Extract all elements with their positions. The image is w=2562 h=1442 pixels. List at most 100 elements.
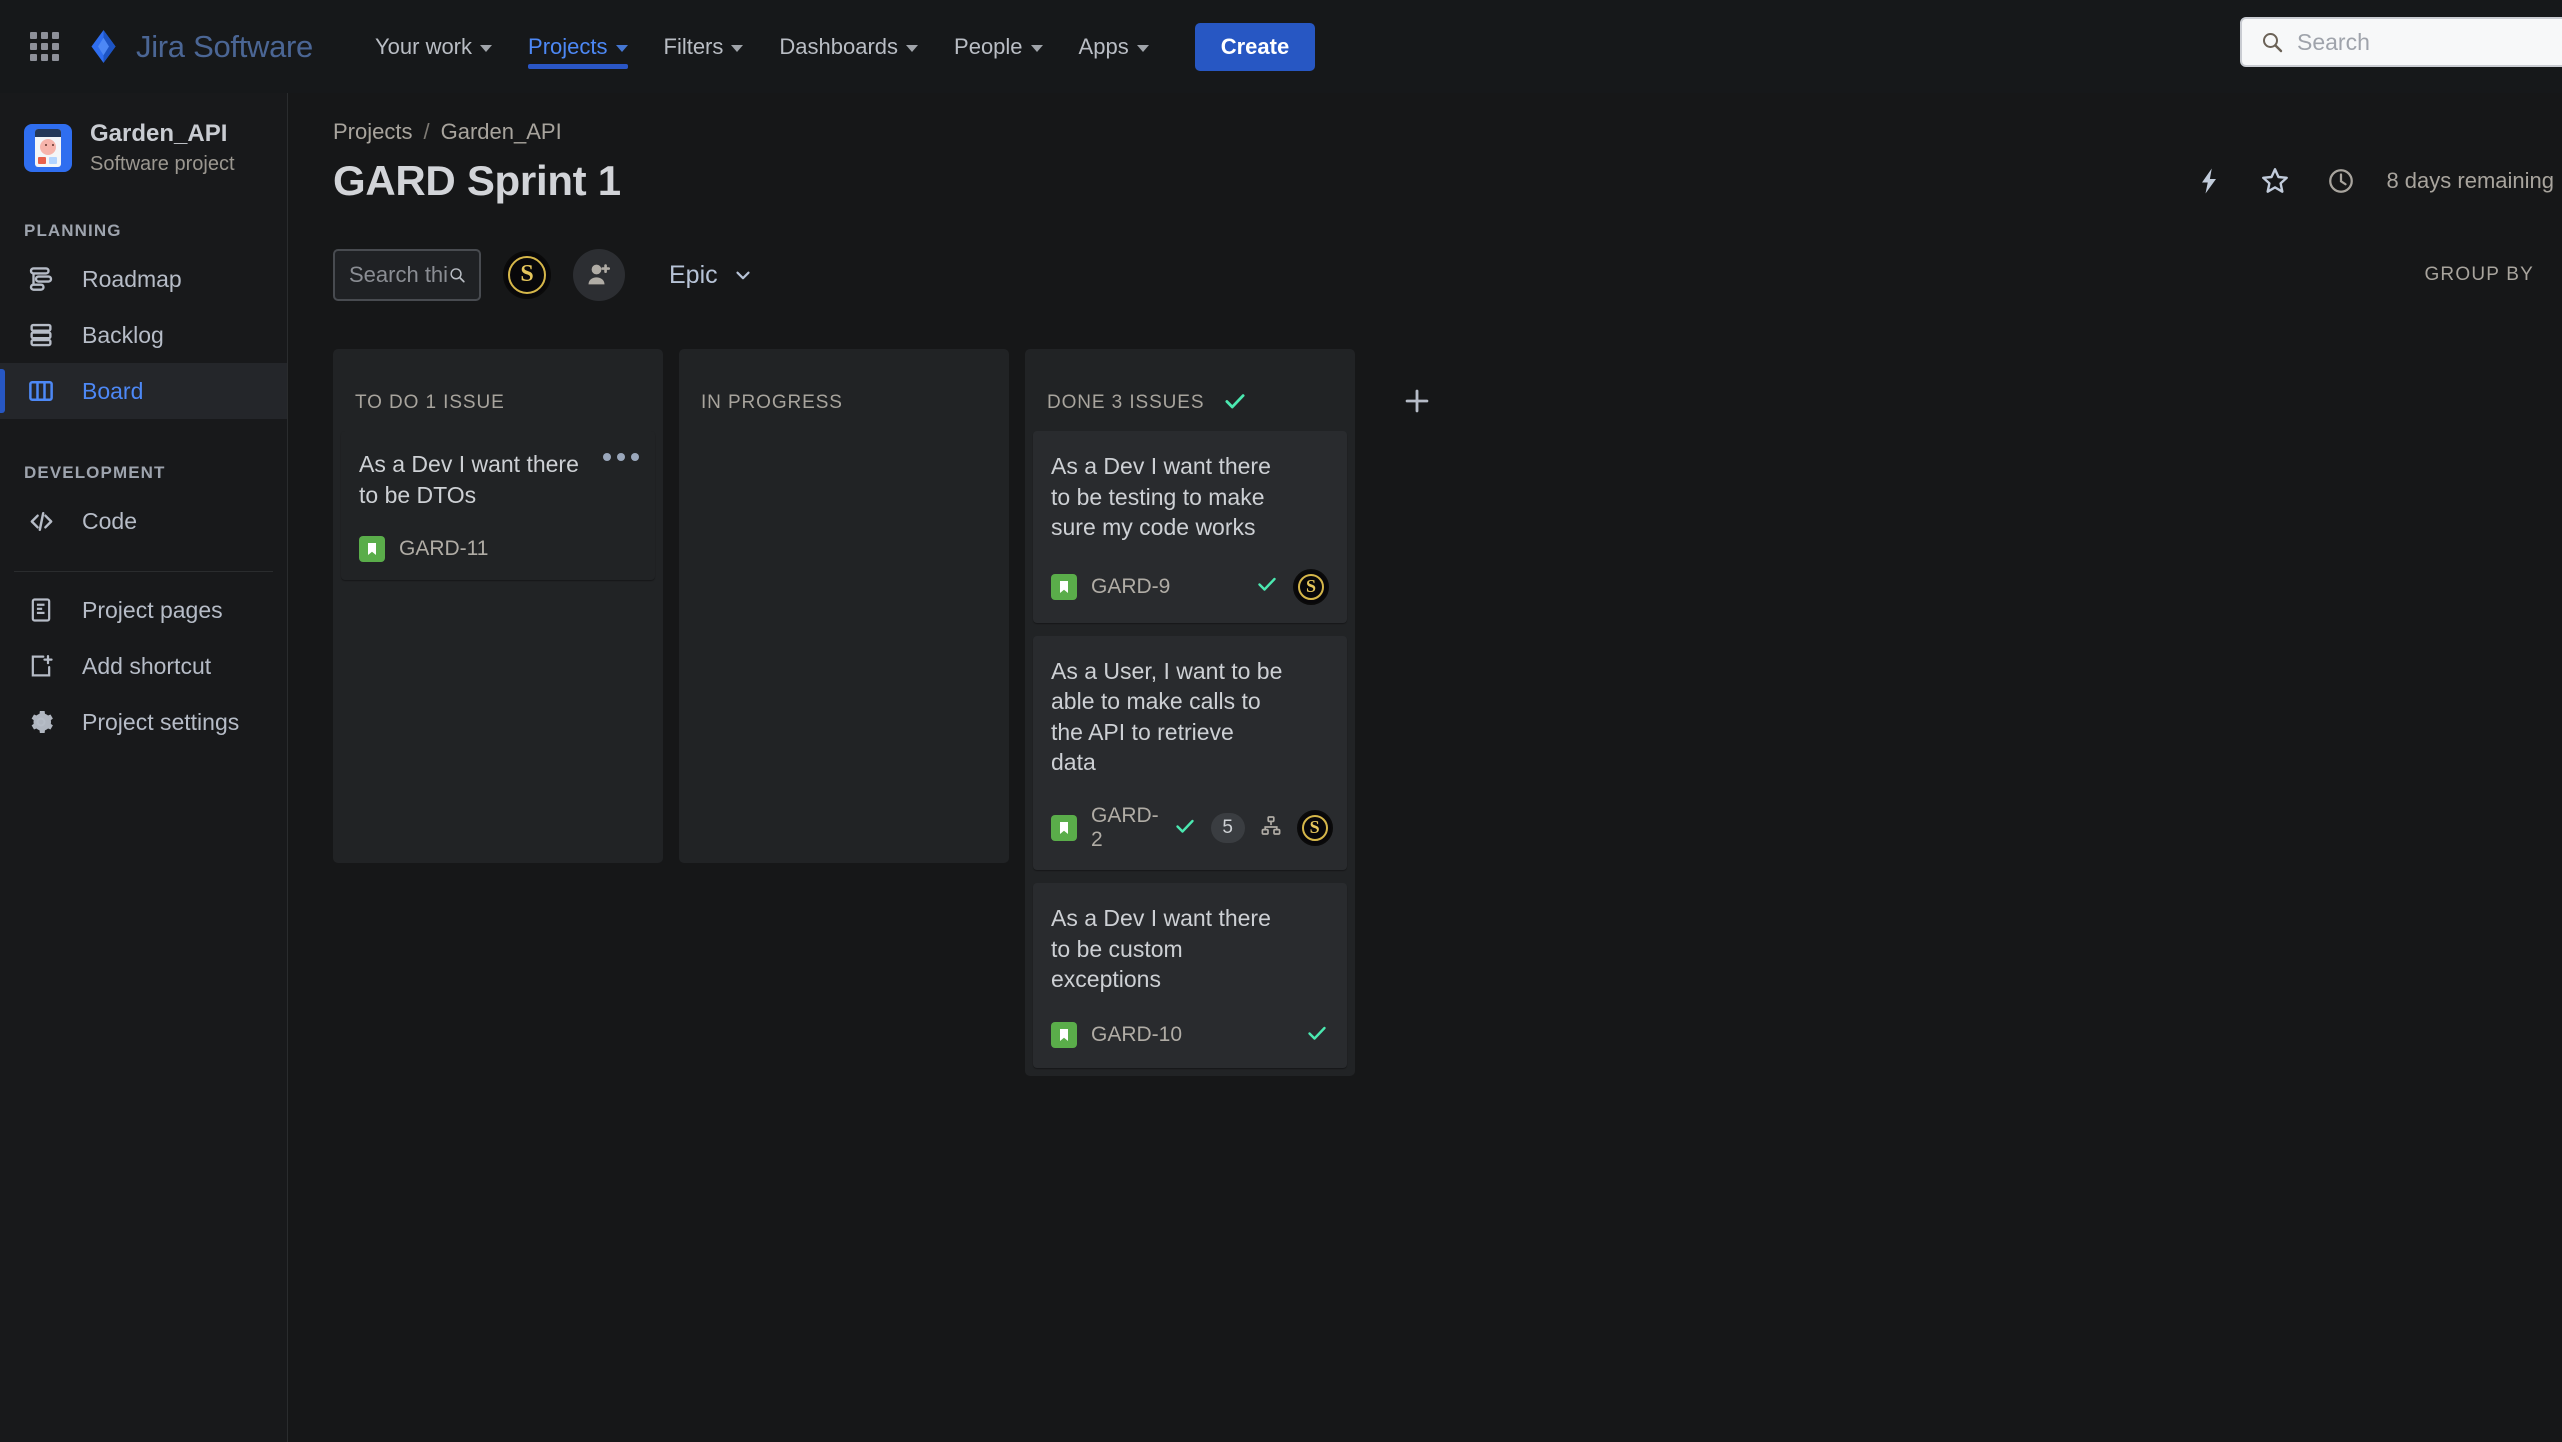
column-card-list[interactable]: As a Dev I want there to be DTOs GARD-11 [333, 425, 663, 855]
sidebar-item-board[interactable]: Board [0, 363, 287, 419]
primary-nav: Your work Projects Filters Dashboards Pe… [357, 0, 1316, 93]
jira-home-link[interactable]: Jira Software [86, 29, 313, 65]
story-icon [1051, 573, 1077, 600]
sidebar-item-backlog[interactable]: Backlog [0, 307, 287, 363]
issue-key[interactable]: GARD-11 [399, 537, 488, 561]
issue-summary: As a Dev I want there to be DTOs [359, 451, 579, 508]
nav-item-filters[interactable]: Filters [646, 0, 762, 93]
global-search[interactable]: Search [2240, 17, 2562, 67]
column-card-list[interactable] [679, 425, 1009, 855]
sidebar-item-label: Roadmap [82, 265, 182, 292]
create-button[interactable]: Create [1194, 22, 1316, 71]
assignee-avatar[interactable]: S [1296, 810, 1333, 847]
subtask-hierarchy-icon [1259, 814, 1283, 843]
epic-filter-label: Epic [669, 260, 718, 289]
issue-card[interactable]: As a Dev I want there to be testing to m… [1033, 431, 1347, 623]
board-toolbar: Search this b S Epic GROUP BY [288, 205, 2562, 301]
issue-card[interactable]: As a Dev I want there to be DTOs GARD-11 [341, 431, 655, 581]
project-header[interactable]: Garden_API Software project [0, 93, 287, 177]
issue-card[interactable]: As a User, I want to be able to make cal… [1033, 635, 1347, 871]
nav-label: Your work [375, 33, 473, 59]
nav-item-your-work[interactable]: Your work [357, 0, 510, 93]
story-points-badge: 5 [1210, 813, 1245, 844]
board-column-done: DONE 3 ISSUES As a Dev I want there to b… [1025, 349, 1355, 1076]
avatar-initial: S [1305, 575, 1316, 596]
sidebar-section-development: DEVELOPMENT [24, 463, 166, 482]
add-column-button[interactable] [1395, 379, 1439, 423]
nav-label: Apps [1078, 33, 1129, 59]
nav-label: Filters [663, 33, 724, 59]
issue-key[interactable]: GARD-2 [1091, 804, 1159, 852]
nav-item-people[interactable]: People [936, 0, 1061, 93]
sprint-days-remaining: 8 days remaining [2386, 168, 2554, 193]
pages-icon [24, 593, 58, 627]
search-icon [449, 268, 465, 283]
nav-item-projects[interactable]: Projects [510, 0, 645, 93]
done-check-icon [1173, 814, 1197, 843]
code-icon [24, 504, 58, 538]
app-switcher-button[interactable] [22, 25, 66, 69]
sidebar-item-add-shortcut[interactable]: Add shortcut [0, 638, 287, 694]
sidebar-item-project-pages[interactable]: Project pages [0, 582, 287, 638]
project-sidebar: Garden_API Software project PLANNING Roa… [0, 93, 288, 1442]
gear-icon [24, 705, 58, 739]
sidebar-item-label: Code [82, 507, 137, 534]
board-search-placeholder: Search this b [349, 262, 448, 287]
column-title: TO DO 1 ISSUE [355, 392, 505, 413]
sidebar-item-label: Backlog [82, 321, 164, 348]
issue-summary: As a Dev I want there to be testing to m… [1051, 453, 1271, 541]
column-header: DONE 3 ISSUES [1025, 349, 1355, 425]
story-icon [1051, 815, 1077, 842]
card-footer: GARD-9 S [1051, 568, 1329, 605]
project-avatar-icon [24, 124, 72, 172]
board-column-in-progress: IN PROGRESS [679, 349, 1009, 863]
breadcrumb-projects[interactable]: Projects [333, 119, 412, 145]
board-column-todo: TO DO 1 ISSUE As a Dev I want there to b… [333, 349, 663, 863]
card-footer: GARD-10 [1051, 1021, 1329, 1050]
issue-key[interactable]: GARD-9 [1091, 575, 1170, 599]
header-actions: 8 days remaining [2188, 160, 2562, 202]
card-footer: GARD-11 [359, 536, 637, 563]
issue-card[interactable]: As a Dev I want there to be custom excep… [1033, 883, 1347, 1068]
backlog-icon [24, 318, 58, 352]
breadcrumb-project[interactable]: Garden_API [441, 119, 562, 145]
sidebar-item-label: Project settings [82, 708, 240, 735]
epic-filter-dropdown[interactable]: Epic [659, 255, 764, 296]
chevron-down-icon [736, 271, 750, 280]
grid-apps-icon [29, 32, 59, 61]
done-check-icon [1255, 572, 1279, 601]
chevron-down-icon [906, 44, 919, 52]
issue-summary: As a User, I want to be able to make cal… [1051, 657, 1283, 776]
nav-item-apps[interactable]: Apps [1061, 0, 1167, 93]
story-icon [359, 536, 385, 563]
column-card-list[interactable]: As a Dev I want there to be testing to m… [1025, 425, 1355, 1068]
main-content: Projects / Garden_API GARD Sprint 1 8 da… [288, 93, 2562, 1442]
issue-key[interactable]: GARD-10 [1091, 1023, 1182, 1047]
brand-name: Jira Software [136, 28, 313, 64]
board-search-input[interactable]: Search this b [333, 249, 481, 301]
sidebar-section-planning: PLANNING [24, 221, 122, 240]
jira-logo-icon [86, 29, 121, 64]
add-shortcut-icon [24, 649, 58, 683]
search-icon [2263, 33, 2283, 53]
assignee-avatar[interactable]: S [1293, 568, 1329, 605]
plus-icon [1405, 389, 1429, 413]
sidebar-divider [14, 571, 273, 572]
breadcrumb: Projects / Garden_API [288, 93, 2562, 145]
chevron-down-icon [1136, 44, 1149, 52]
board-icon [24, 374, 58, 408]
sidebar-item-roadmap[interactable]: Roadmap [0, 251, 287, 307]
sidebar-item-code[interactable]: Code [0, 493, 287, 549]
sidebar-item-label: Board [82, 377, 144, 404]
board-columns: TO DO 1 ISSUE As a Dev I want there to b… [288, 301, 2562, 1076]
star-icon[interactable] [2254, 160, 2296, 202]
avatar-filter-s[interactable]: S [503, 251, 551, 299]
nav-item-dashboards[interactable]: Dashboards [761, 0, 936, 93]
sidebar-item-project-settings[interactable]: Project settings [0, 694, 287, 750]
add-person-button[interactable] [573, 249, 625, 301]
nav-label: Dashboards [779, 33, 899, 59]
card-footer: GARD-2 5 S [1051, 804, 1333, 852]
lightning-icon[interactable] [2188, 160, 2230, 202]
card-menu-button[interactable] [603, 453, 639, 461]
avatar-initial: S [520, 261, 534, 287]
